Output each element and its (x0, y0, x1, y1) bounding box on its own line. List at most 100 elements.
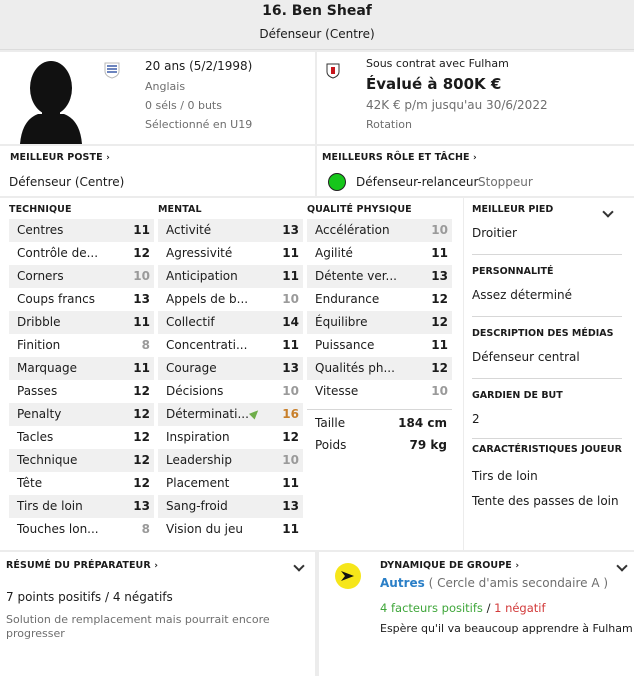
attribute-value: 13 (431, 269, 448, 283)
physical-column: Accélération 10 Agilité 11 Détente ver... 13 E… (307, 219, 452, 403)
player-trait-item: Tente des passes de loin (472, 494, 619, 508)
technique-attribute-row[interactable]: Finition 8 (9, 334, 154, 357)
physical-attribute-row[interactable]: Qualités ph... 12 (307, 357, 452, 380)
technique-attribute-row[interactable]: Contrôle de... 12 (9, 242, 154, 265)
personality-value: Assez déterminé (472, 288, 573, 302)
mental-attribute-row[interactable]: Concentrati... 11 (158, 334, 303, 357)
attribute-value: 12 (133, 407, 150, 421)
mental-attribute-row[interactable]: Collectif 14 (158, 311, 303, 334)
player-trait-item: Tirs de loin (472, 469, 538, 483)
player-selection: Sélectionné en U19 (145, 118, 253, 131)
attribute-value: 11 (133, 223, 150, 237)
best-role-panel[interactable]: MEILLEURS RÔLE ET TÂCHE › Défenseur-rela… (317, 146, 634, 196)
player-position: Défenseur (Centre) (259, 27, 375, 41)
group-name[interactable]: Autres (380, 576, 425, 590)
chevron-right-icon: › (154, 561, 158, 571)
media-description-title: DESCRIPTION DES MÉDIAS (472, 328, 614, 339)
player-age: 20 ans (5/2/1998) (145, 59, 253, 73)
technique-attribute-row[interactable]: Penalty 12 (9, 403, 154, 426)
chevron-down-icon[interactable] (293, 560, 305, 572)
mental-attribute-row[interactable]: Placement 11 (158, 472, 303, 495)
attribute-value: 10 (282, 292, 299, 306)
contract-role: Rotation (366, 118, 413, 131)
player-nationality: Anglais (145, 80, 186, 93)
mental-attribute-row[interactable]: Leadership 10 (158, 449, 303, 472)
attribute-value: 13 (133, 292, 150, 306)
technique-attribute-row[interactable]: Corners 10 (9, 265, 154, 288)
attribute-label: Contrôle de... (17, 246, 99, 260)
attribute-label: Détente ver... (315, 269, 397, 283)
mental-attribute-row[interactable]: Inspiration 12 (158, 426, 303, 449)
physical-attribute-row[interactable]: Équilibre 12 (307, 311, 452, 334)
attribute-value: 11 (282, 522, 299, 536)
technique-attribute-row[interactable]: Tirs de loin 13 (9, 495, 154, 518)
chevron-down-icon[interactable] (616, 560, 628, 572)
physical-attribute-row[interactable]: Endurance 12 (307, 288, 452, 311)
profile-panel: 20 ans (5/2/1998) Anglais 0 séls / 0 but… (0, 52, 315, 144)
role-suitability-icon (328, 173, 346, 191)
attribute-label: Vitesse (315, 384, 359, 398)
attribute-label: Appels de b... (166, 292, 249, 306)
attribute-value: 13 (133, 499, 150, 513)
technique-attribute-row[interactable]: Centres 11 (9, 219, 154, 242)
goalkeeper-value: 2 (472, 412, 480, 426)
contract-wage: 42K € p/m jusqu'au 30/6/2022 (366, 98, 548, 112)
attribute-label: Tête (17, 476, 43, 490)
mental-attribute-row[interactable]: Agressivité 11 (158, 242, 303, 265)
group-dynamics-panel[interactable]: DYNAMIQUE DE GROUPE › Autres ( Cercle d'… (319, 552, 634, 676)
technique-attribute-row[interactable]: Tacles 12 (9, 426, 154, 449)
technique-title: TECHNIQUE (9, 204, 72, 215)
mental-attribute-row[interactable]: Déterminati... 16 (158, 403, 303, 426)
attribute-label: Dribble (17, 315, 61, 329)
mental-attribute-row[interactable]: Sang-froid 13 (158, 495, 303, 518)
technique-attribute-row[interactable]: Touches lon... 8 (9, 518, 154, 541)
attribute-value: 10 (431, 384, 448, 398)
group-detail: ( Cercle d'amis secondaire A ) (428, 576, 609, 590)
physical-attribute-row[interactable]: Accélération 10 (307, 219, 452, 242)
technique-attribute-row[interactable]: Passes 12 (9, 380, 154, 403)
attribute-label: Coups francs (17, 292, 95, 306)
mental-attribute-row[interactable]: Activité 13 (158, 219, 303, 242)
attribute-label: Puissance (315, 338, 375, 352)
technique-attribute-row[interactable]: Coups francs 13 (9, 288, 154, 311)
chevron-right-icon: › (106, 153, 110, 163)
mental-column: Activité 13 Agressivité 11 Anticipation 11 App… (158, 219, 303, 541)
attribute-label: Tacles (17, 430, 54, 444)
mental-attribute-row[interactable]: Courage 13 (158, 357, 303, 380)
attribute-label: Sang-froid (166, 499, 228, 513)
mental-attribute-row[interactable]: Anticipation 11 (158, 265, 303, 288)
attribute-value: 10 (282, 453, 299, 467)
best-role-name: Défenseur-relanceur (356, 175, 479, 189)
technique-attribute-row[interactable]: Marquage 11 (9, 357, 154, 380)
attribute-label: Passes (17, 384, 58, 398)
attribute-label: Courage (166, 361, 217, 375)
best-position-panel[interactable]: MEILLEUR POSTE › Défenseur (Centre) (0, 146, 315, 196)
attribute-label: Équilibre (315, 315, 368, 329)
best-foot-title: MEILLEUR PIED (472, 204, 554, 215)
technique-column: Centres 11 Contrôle de... 12 Corners 10 Coups … (9, 219, 154, 541)
group-factors-separator: / (486, 601, 491, 615)
attribute-value: 11 (282, 338, 299, 352)
attribute-value: 11 (282, 246, 299, 260)
mental-attribute-row[interactable]: Appels de b... 10 (158, 288, 303, 311)
physical-attribute-row[interactable]: Vitesse 10 (307, 380, 452, 403)
physical-attribute-row[interactable]: Puissance 11 (307, 334, 452, 357)
technique-attribute-row[interactable]: Dribble 11 (9, 311, 154, 334)
attribute-value: 12 (431, 315, 448, 329)
player-traits-title: CARACTÉRISTIQUES JOUEUR (472, 444, 622, 455)
mental-attribute-row[interactable]: Vision du jeu 11 (158, 518, 303, 541)
chevron-down-icon[interactable] (602, 206, 614, 218)
attribute-value: 11 (133, 361, 150, 375)
attribute-label: Leadership (166, 453, 232, 467)
mental-attribute-row[interactable]: Décisions 10 (158, 380, 303, 403)
coach-report-panel[interactable]: RÉSUMÉ DU PRÉPARATEUR › 7 points positif… (0, 552, 315, 676)
attribute-label: Décisions (166, 384, 224, 398)
group-note: Espère qu'il va beaucoup apprendre à Ful… (380, 622, 633, 635)
attribute-label: Accélération (315, 223, 390, 237)
group-dynamics-icon (335, 563, 361, 589)
physical-attribute-row[interactable]: Agilité 11 (307, 242, 452, 265)
physical-attribute-row[interactable]: Détente ver... 13 (307, 265, 452, 288)
technique-attribute-row[interactable]: Technique 12 (9, 449, 154, 472)
chevron-right-icon: › (515, 561, 520, 571)
technique-attribute-row[interactable]: Tête 12 (9, 472, 154, 495)
